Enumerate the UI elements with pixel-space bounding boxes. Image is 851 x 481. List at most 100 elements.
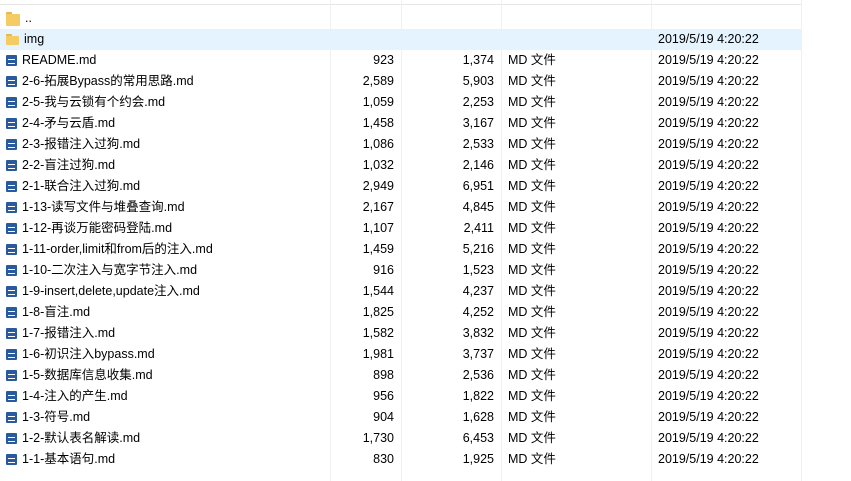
file-type-cell: MD 文件 [508, 368, 556, 382]
compressed-size-cell: 1,086 [362, 137, 394, 151]
file-name-cell: 1-2-默认表名解读.md [6, 428, 326, 449]
file-name: 2-3-报错注入过狗.md [22, 137, 141, 151]
file-name-cell: 2-4-矛与云盾.md [6, 113, 326, 134]
file-row[interactable]: 2-2-盲注过狗.md 1,032 2,146 MD 文件 2019/5/19 4:20… [0, 155, 802, 176]
file-type-cell: MD 文件 [508, 137, 556, 151]
file-type-cell: MD 文件 [508, 221, 556, 235]
modified-date-cell: 2019/5/19 4:20:22 [658, 431, 759, 445]
file-name: 1-4-注入的产生.md [22, 389, 128, 403]
size-cell: 5,216 [462, 242, 494, 256]
file-name: 1-2-默认表名解读.md [22, 431, 141, 445]
md-file-icon [6, 286, 17, 297]
compressed-size-cell: 956 [373, 389, 394, 403]
modified-date-cell: 2019/5/19 4:20:22 [658, 389, 759, 403]
file-name: 1-11-order,limit和from后的注入.md [22, 242, 213, 256]
folder-icon [6, 11, 20, 26]
file-row[interactable]: 2-1-联合注入过狗.md 2,949 6,951 MD 文件 2019/5/19 4:… [0, 176, 802, 197]
md-file-icon [6, 454, 17, 465]
md-file-icon [6, 223, 17, 234]
file-name-cell: 1-10-二次注入与宽字节注入.md [6, 260, 326, 281]
file-name: 1-13-读写文件与堆叠查询.md [22, 200, 185, 214]
folder-icon [6, 34, 19, 45]
modified-date-cell: 2019/5/19 4:20:22 [658, 410, 759, 424]
size-cell: 4,845 [462, 200, 494, 214]
md-file-icon [6, 55, 17, 66]
file-name: 1-7-报错注入.md [22, 326, 116, 340]
file-row[interactable]: 2-5-我与云锁有个约会.md 1,059 2,253 MD 文件 2019/5/19 … [0, 92, 802, 113]
file-row[interactable]: 1-7-报错注入.md 1,582 3,832 MD 文件 2019/5/19 4:20… [0, 323, 802, 344]
file-type-cell: MD 文件 [508, 179, 556, 193]
file-row[interactable]: .. [0, 8, 802, 29]
size-cell: 1,925 [462, 452, 494, 466]
compressed-size-cell: 916 [373, 263, 394, 277]
compressed-size-cell: 1,582 [362, 326, 394, 340]
modified-date-cell: 2019/5/19 4:20:22 [658, 242, 759, 256]
file-type-cell: MD 文件 [508, 452, 556, 466]
file-name: 1-8-盲注.md [22, 305, 91, 319]
file-type-cell: MD 文件 [508, 95, 556, 109]
file-row[interactable]: 1-12-再谈万能密码登陆.md 1,107 2,411 MD 文件 2019/5/19… [0, 218, 802, 239]
file-name: 1-12-再谈万能密码登陆.md [22, 221, 173, 235]
size-cell: 5,903 [462, 74, 494, 88]
size-cell: 1,374 [462, 53, 494, 67]
file-name-cell: 2-1-联合注入过狗.md [6, 176, 326, 197]
size-cell: 2,411 [463, 221, 494, 235]
file-row[interactable]: 1-2-默认表名解读.md 1,730 6,453 MD 文件 2019/5/19 4:… [0, 428, 802, 449]
file-name: 1-10-二次注入与宽字节注入.md [22, 263, 198, 277]
size-cell: 1,523 [462, 263, 494, 277]
file-row[interactable]: img 2019/5/19 4:20:22 [0, 29, 802, 50]
md-file-icon [6, 433, 17, 444]
file-name: 1-5-数据库信息收集.md [22, 368, 153, 382]
file-type-cell: MD 文件 [508, 305, 556, 319]
file-row[interactable]: 1-4-注入的产生.md 956 1,822 MD 文件 2019/5/19 4:20:… [0, 386, 802, 407]
file-row[interactable]: 1-8-盲注.md 1,825 4,252 MD 文件 2019/5/19 4:20:2… [0, 302, 802, 323]
file-row[interactable]: 1-9-insert,delete,update注入.md 1,544 4,237 M… [0, 281, 802, 302]
file-name-cell: 2-6-拓展Bypass的常用思路.md [6, 71, 326, 92]
compressed-size-cell: 1,825 [362, 305, 394, 319]
file-name-cell: .. [6, 8, 326, 29]
compressed-size-cell: 2,949 [362, 179, 394, 193]
compressed-size-cell: 1,032 [362, 158, 394, 172]
file-name-cell: 1-8-盲注.md [6, 302, 326, 323]
compressed-size-cell: 1,981 [362, 347, 394, 361]
compressed-size-cell: 1,459 [362, 242, 394, 256]
modified-date-cell: 2019/5/19 4:20:22 [658, 221, 759, 235]
file-row[interactable]: 1-6-初识注入bypass.md 1,981 3,737 MD 文件 2019/5/1… [0, 344, 802, 365]
compressed-size-cell: 2,167 [362, 200, 394, 214]
file-row[interactable]: 1-10-二次注入与宽字节注入.md 916 1,523 MD 文件 2019/5/19… [0, 260, 802, 281]
file-row[interactable]: 2-4-矛与云盾.md 1,458 3,167 MD 文件 2019/5/19 4:20… [0, 113, 802, 134]
modified-date-cell: 2019/5/19 4:20:22 [658, 368, 759, 382]
file-name-cell: 2-2-盲注过狗.md [6, 155, 326, 176]
file-name-cell: 1-13-读写文件与堆叠查询.md [6, 197, 326, 218]
file-type-cell: MD 文件 [508, 242, 556, 256]
compressed-size-cell: 904 [373, 410, 394, 424]
file-type-cell [508, 8, 648, 29]
compressed-size-cell [331, 29, 394, 50]
size-cell: 4,252 [462, 305, 494, 319]
modified-date-cell: 2019/5/19 4:20:22 [658, 158, 759, 172]
file-row[interactable]: 1-11-order,limit和from后的注入.md 1,459 5,216 MD… [0, 239, 802, 260]
size-cell: 1,628 [462, 410, 494, 424]
file-row[interactable]: README.md 923 1,374 MD 文件 2019/5/19 4:20:22 [0, 50, 802, 71]
md-file-icon [6, 160, 17, 171]
compressed-size-cell [331, 8, 394, 29]
file-type-cell: MD 文件 [508, 116, 556, 130]
file-name-cell: 1-11-order,limit和from后的注入.md [6, 239, 326, 260]
file-row[interactable]: 1-13-读写文件与堆叠查询.md 2,167 4,845 MD 文件 2019/5/1… [0, 197, 802, 218]
file-list: .. img 2019/5/19 4:20:22 README.md 923 1,374 M… [0, 8, 802, 470]
size-cell: 4,237 [462, 284, 494, 298]
modified-date-cell: 2019/5/19 4:20:22 [658, 95, 759, 109]
file-row[interactable]: 2-6-拓展Bypass的常用思路.md 2,589 5,903 MD 文件 2019/… [0, 71, 802, 92]
md-file-icon [6, 265, 17, 276]
file-row[interactable]: 1-5-数据库信息收集.md 898 2,536 MD 文件 2019/5/19 4:2… [0, 365, 802, 386]
file-row[interactable]: 1-3-符号.md 904 1,628 MD 文件 2019/5/19 4:20:22 [0, 407, 802, 428]
file-name: .. [25, 11, 32, 25]
modified-date-cell: 2019/5/19 4:20:22 [658, 347, 759, 361]
file-type-cell: MD 文件 [508, 53, 556, 67]
file-name: 1-3-符号.md [22, 410, 91, 424]
md-file-icon [6, 97, 17, 108]
modified-date-cell: 2019/5/19 4:20:22 [658, 53, 759, 67]
file-row[interactable]: 1-1-基本语句.md 830 1,925 MD 文件 2019/5/19 4:20:2… [0, 449, 802, 470]
file-type-cell: MD 文件 [508, 284, 556, 298]
file-row[interactable]: 2-3-报错注入过狗.md 1,086 2,533 MD 文件 2019/5/19 4:… [0, 134, 802, 155]
